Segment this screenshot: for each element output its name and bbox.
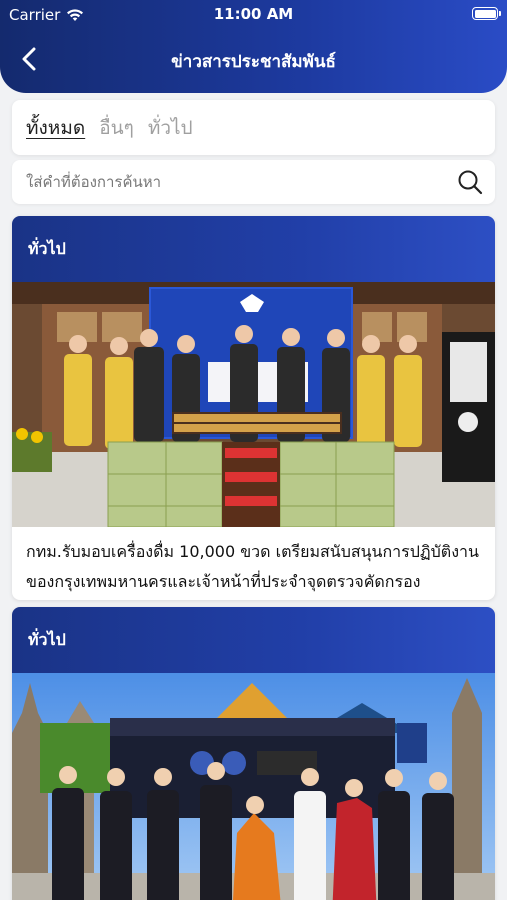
filter-tab-other[interactable]: อื่นๆ [99, 113, 134, 143]
filter-tab-general[interactable]: ทั่วไป [148, 113, 193, 143]
search-icon[interactable] [457, 169, 483, 195]
category-filter-bar: ทั้งหมด อื่นๆ ทั่วไป [12, 100, 495, 155]
battery-icon [472, 7, 501, 20]
news-card[interactable]: ทั่วไป [12, 216, 495, 600]
news-title: กทม.รับมอบเครื่องดื่ม 10,000 ขวด เตรียมส… [26, 542, 479, 591]
search-input[interactable] [12, 160, 452, 204]
news-photo [12, 282, 495, 527]
search-bar [12, 160, 495, 204]
filter-tab-all[interactable]: ทั้งหมด [26, 113, 85, 143]
status-time: 11:00 AM [213, 5, 294, 23]
app-header: Carrier 11:00 AM ข่าวสารประชาสัมพันธ์ [0, 0, 507, 93]
news-category-label: ทั่วไป [12, 216, 495, 282]
news-photo [12, 673, 495, 900]
page-title: ข่าวสารประชาสัมพันธ์ [171, 52, 336, 72]
news-card[interactable]: ทั่วไป [12, 607, 495, 900]
status-bar: Carrier 11:00 AM [0, 0, 507, 28]
news-category-label: ทั่วไป [12, 607, 495, 673]
